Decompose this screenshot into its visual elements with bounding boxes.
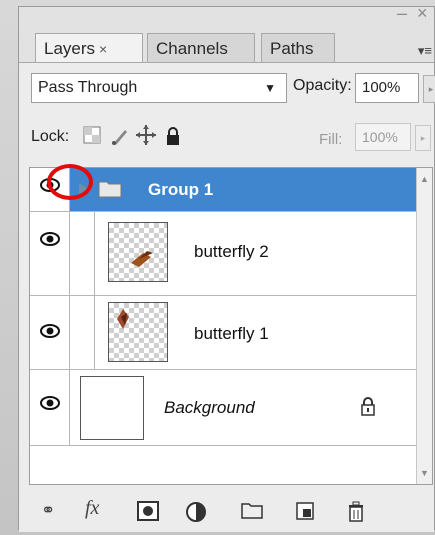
layers-panel: – × Layers × Channels Paths ▾≡ Pass Throu… [18,3,435,532]
layer-name[interactable]: butterfly 1 [194,324,269,344]
butterfly-icon [117,309,129,329]
layer-thumbnail[interactable] [108,222,168,282]
folder-icon [98,178,122,203]
lock-label: Lock: [31,128,70,145]
opacity-input[interactable]: 100% [355,73,419,103]
scroll-down-icon[interactable]: ▼ [420,468,429,478]
tab-paths[interactable]: Paths [261,33,335,63]
trash-icon[interactable] [347,501,365,528]
panel-content: Pass Through ▼ Opacity: 100% ▸ Lock: Fil… [19,62,435,532]
visibility-toggle[interactable] [30,296,70,369]
lock-image-icon[interactable] [111,126,129,151]
bottom-toolbar: ⚭ fx [19,495,434,531]
lock-icon [360,396,376,421]
chevron-down-icon: ▼ [264,81,276,95]
opacity-slider-button[interactable]: ▸ [423,75,435,103]
close-button[interactable]: × [417,3,428,24]
butterfly-icon [131,251,153,267]
fill-slider-button[interactable]: ▸ [415,125,431,151]
adjustment-layer-icon[interactable] [185,501,207,528]
group-indent [70,212,95,295]
minimize-button[interactable]: – [397,3,407,24]
panel-tabs: Layers × Channels Paths ▾≡ [19,29,434,64]
new-group-icon[interactable] [241,501,263,524]
close-tab-icon[interactable]: × [99,41,107,57]
fill-input[interactable]: 100% [355,123,411,151]
annotation-highlight-circle [47,164,93,200]
tab-label: Channels [156,39,228,58]
window-frame: – × Layers × Channels Paths ▾≡ Pass Throu… [0,0,435,535]
group-indent [70,296,95,369]
tab-layers[interactable]: Layers × [35,33,143,64]
link-layers-icon[interactable]: ⚭ [41,501,55,521]
tab-label: Paths [270,39,314,58]
lock-position-icon[interactable] [135,124,157,151]
panel-menu-icon[interactable]: ▾≡ [418,43,432,59]
eye-icon [40,324,60,343]
layer-name[interactable]: Group 1 [148,180,213,200]
lock-row: Lock: Fill: 100% ▸ [31,123,431,153]
tab-label: Layers [44,39,96,58]
layer-thumbnail[interactable] [108,302,168,362]
layer-thumbnail[interactable] [80,376,144,440]
new-layer-icon[interactable] [295,501,315,526]
layers-scrollbar[interactable]: ▲ ▼ [416,168,432,484]
blend-mode-select[interactable]: Pass Through ▼ [31,73,287,103]
layer-name[interactable]: Background [164,398,255,418]
fx-icon[interactable]: fx [85,497,99,520]
blend-mode-value: Pass Through [38,79,138,96]
fill-label: Fill: [319,131,343,148]
layer-mask-icon[interactable] [137,501,159,526]
tab-channels[interactable]: Channels [147,33,255,63]
layers-list: Group 1 butterfly 2 butterfly 1 Backgrou… [29,167,433,485]
visibility-toggle[interactable] [30,370,70,445]
layer-name[interactable]: butterfly 2 [194,242,269,262]
layer-row-background[interactable]: Background [30,370,416,446]
layer-row-butterfly-1[interactable]: butterfly 1 [30,296,416,370]
visibility-toggle[interactable] [30,212,70,295]
eye-icon [40,396,60,415]
opacity-label: Opacity: [293,77,352,94]
lock-all-icon[interactable] [165,126,181,151]
lock-transparent-icon[interactable] [83,126,101,149]
scroll-up-icon[interactable]: ▲ [420,174,429,184]
eye-icon [40,232,60,251]
layer-row-butterfly-2[interactable]: butterfly 2 [30,212,416,296]
